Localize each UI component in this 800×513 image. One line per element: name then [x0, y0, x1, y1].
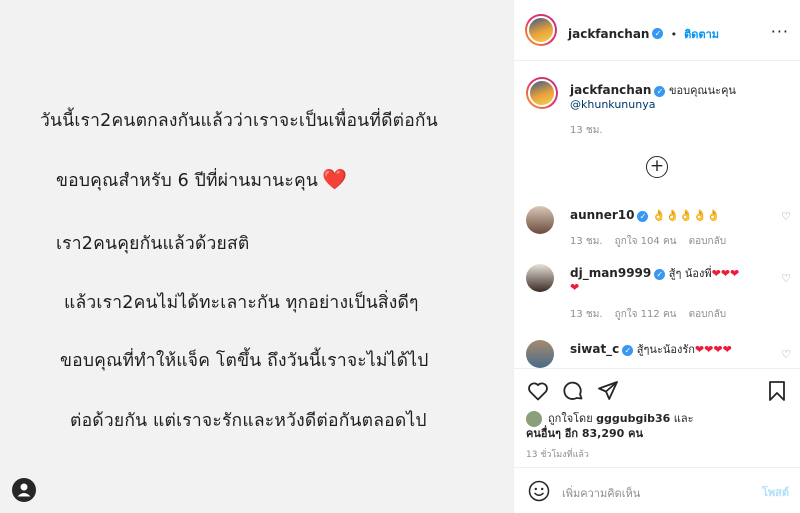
verified-badge-icon: ✓ — [637, 210, 649, 222]
heart-emoji: ❤ — [570, 281, 580, 294]
verified-badge-icon: ✓ — [654, 268, 666, 280]
liked-by-line-2: คนอื่นๆ อีก 83,290 คน — [526, 426, 694, 441]
heart-emojis: ❤❤❤❤ — [694, 343, 732, 356]
post-text-line-5: ขอบคุณที่ทำให้แจ็ค โตขึ้น ถึงวันนี้เราจะ… — [60, 351, 429, 371]
comment-like-heart-icon[interactable]: ♡ — [781, 272, 791, 286]
post-timestamp[interactable]: 13 ชั่วโมงที่แล้ว — [526, 447, 589, 461]
post-text-line-4: แล้วเรา2คนไม่ได้ทะเลาะกัน ทุกอย่างเป็นสิ… — [64, 293, 419, 313]
comment-username[interactable]: siwat_c — [570, 342, 619, 356]
comment-time: 13 ชม. — [570, 309, 603, 320]
share-paper-plane-icon[interactable] — [596, 379, 620, 403]
comment-input-bar: เพิ่มความคิดเห็น โพสต์ — [514, 467, 800, 513]
commenter-avatar[interactable] — [526, 206, 554, 234]
verified-badge-icon: ✓ — [652, 28, 664, 39]
liked-by-prefix: ถูกใจโดย — [548, 412, 593, 425]
commenter-avatar[interactable] — [526, 340, 554, 368]
liked-by-others[interactable]: คนอื่นๆ อีก 83,290 คน — [526, 427, 643, 440]
caption-text: jackfanchan ✓ ขอบคุณนะคุน @khunkununya — [570, 83, 750, 112]
liked-by-and: และ — [673, 412, 694, 425]
comment-meta: 13 ชม. ถูกใจ 104 คน ตอบกลับ — [570, 235, 735, 249]
user-tag-icon[interactable] — [12, 478, 36, 502]
comment-meta: 13 ชม. ถูกใจ 112 คน ตอบกลับ — [570, 308, 735, 322]
save-bookmark-icon[interactable] — [765, 379, 789, 403]
commenter-avatar[interactable] — [526, 264, 554, 292]
comment-time: 13 ชม. — [570, 236, 603, 247]
liker-username[interactable]: gggubgib36 — [596, 412, 670, 425]
post-actions: ถูกใจโดย gggubgib36 และ คนอื่นๆ อีก 83,2… — [514, 368, 800, 460]
comments-section: jackfanchan ✓ ขอบคุณนะคุน @khunkununya 13… — [514, 61, 800, 368]
comment-body: สู้ๆ น้องพี่ — [668, 267, 712, 280]
liker-avatar[interactable] — [526, 411, 542, 427]
comment-likes[interactable]: ถูกใจ 112 คน — [615, 309, 677, 320]
caption-time: 13 ชม. — [570, 125, 603, 136]
separator-dot: • — [670, 28, 678, 41]
heart-emojis: ❤❤❤ — [711, 267, 740, 280]
comment-body: สู้ๆนะน้องรัก — [636, 343, 695, 356]
post-image[interactable]: วันนี้เรา2คนตกลงกันแล้วว่าเราจะเป็นเพื่อ… — [0, 0, 513, 513]
comment-like-heart-icon[interactable]: ♡ — [781, 210, 791, 224]
comment-item: dj_man9999 ✓ สู้ๆ น้องพี่❤❤❤ ❤ 13 ชม. ถูก… — [526, 264, 791, 326]
post-text-line-6: ต่อด้วยกัน แต่เราจะรักและหวังดีต่อกันตลอ… — [70, 411, 427, 431]
post-comment-button[interactable]: โพสต์ — [762, 483, 789, 501]
comment-text: siwat_c ✓ สู้ๆนะน้องรัก❤❤❤❤ — [570, 342, 750, 357]
header-user-line: jackfanchan ✓ • ติดตาม — [568, 23, 719, 43]
reply-button[interactable]: ตอบกลับ — [689, 309, 726, 320]
post-text-line-1: วันนี้เรา2คนตกลงกันแล้วว่าเราจะเป็นเพื่อ… — [40, 111, 438, 131]
comment-input[interactable]: เพิ่มความคิดเห็น — [562, 484, 640, 502]
comment-bubble-icon[interactable] — [561, 379, 585, 403]
caption-mention[interactable]: @khunkununya — [570, 98, 655, 111]
caption-username[interactable]: jackfanchan — [570, 83, 651, 97]
comment-username[interactable]: dj_man9999 — [570, 266, 651, 280]
follow-button[interactable]: ติดตาม — [684, 28, 719, 41]
post-text-line-2: ขอบคุณสำหรับ 6 ปีที่ผ่านมานะคุน ❤️ — [56, 166, 347, 194]
author-avatar[interactable] — [525, 14, 557, 46]
comment-body: 👌👌👌👌👌 — [651, 209, 721, 222]
more-options-icon[interactable]: ··· — [771, 22, 789, 41]
liked-by-summary: ถูกใจโดย gggubgib36 และ คนอื่นๆ อีก 83,2… — [526, 411, 694, 441]
post-text-line-2-text: ขอบคุณสำหรับ 6 ปีที่ผ่านมานะคุน — [56, 171, 319, 191]
caption-avatar[interactable] — [526, 77, 558, 109]
comment-text: aunner10 ✓ 👌👌👌👌👌 — [570, 208, 750, 223]
post-header: jackfanchan ✓ • ติดตาม ··· — [514, 0, 800, 61]
comment-like-heart-icon[interactable]: ♡ — [781, 348, 791, 362]
comment-item: aunner10 ✓ 👌👌👌👌👌 13 ชม. ถูกใจ 104 คน ตอบก… — [526, 206, 791, 256]
load-more-comments-button[interactable]: + — [646, 156, 668, 178]
author-username[interactable]: jackfanchan — [568, 27, 649, 41]
comment-likes[interactable]: ถูกใจ 104 คน — [615, 236, 677, 247]
post-text-line-3: เรา2คนคุยกันแล้วด้วยสติ — [56, 234, 250, 254]
caption-meta: 13 ชม. — [570, 124, 611, 138]
reply-button[interactable]: ตอบกลับ — [689, 236, 726, 247]
emoji-smiley-icon[interactable] — [528, 480, 550, 506]
comment-item: siwat_c ✓ สู้ๆนะน้องรัก❤❤❤❤ ♡ — [526, 340, 791, 368]
post-side-panel: jackfanchan ✓ • ติดตาม ··· jackfanchan ✓ ข… — [513, 0, 800, 513]
verified-badge-icon: ✓ — [622, 344, 634, 356]
heart-emoji: ❤️ — [322, 167, 348, 191]
verified-badge-icon: ✓ — [654, 85, 666, 97]
like-heart-icon[interactable] — [526, 379, 550, 403]
liked-by-line-1: ถูกใจโดย gggubgib36 และ — [526, 411, 694, 426]
caption: jackfanchan ✓ ขอบคุณนะคุน @khunkununya 13… — [526, 75, 791, 138]
comment-username[interactable]: aunner10 — [570, 208, 634, 222]
caption-body: ขอบคุณนะคุน — [668, 84, 736, 97]
comment-text: dj_man9999 ✓ สู้ๆ น้องพี่❤❤❤ ❤ — [570, 266, 750, 295]
